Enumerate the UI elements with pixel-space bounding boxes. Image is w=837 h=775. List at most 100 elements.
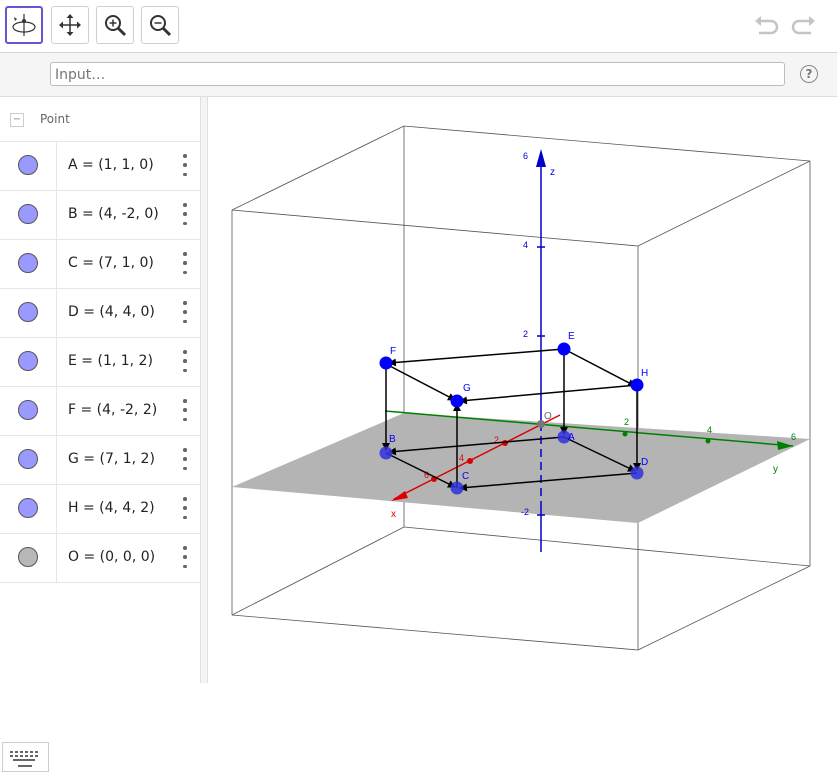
visibility-toggle[interactable] — [18, 351, 38, 371]
algebra-row[interactable]: O = (0, 0, 0) — [0, 534, 200, 583]
graphics-3d-canvas[interactable]: 6 4 2 -2 z 2 4 6 y 2 4 6 x E F H G A B D… — [208, 97, 837, 683]
point-F — [379, 356, 393, 370]
point-label-H: H — [641, 368, 648, 379]
visibility-toggle[interactable] — [18, 155, 38, 175]
algebra-row[interactable]: F = (4, -2, 2) — [0, 387, 200, 436]
help-icon[interactable]: ? — [800, 65, 818, 83]
y-axis-label: y — [773, 464, 778, 475]
input-bar: ? — [0, 53, 837, 97]
algebra-row[interactable]: D = (4, 4, 0) — [0, 289, 200, 338]
zoom-in-button[interactable] — [96, 6, 134, 44]
rotate-3d-icon — [12, 14, 36, 36]
move-arrows-icon — [59, 14, 81, 36]
point-label-A: A — [568, 432, 575, 443]
visibility-toggle[interactable] — [18, 449, 38, 469]
group-header: − Point — [0, 97, 200, 142]
algebra-expression[interactable]: E = (1, 1, 2) — [68, 353, 153, 369]
keyboard-button[interactable] — [2, 742, 49, 772]
algebra-row[interactable]: A = (1, 1, 0) — [0, 142, 200, 191]
zoom-out-icon — [150, 15, 172, 37]
marble-cell — [0, 485, 57, 533]
y-tick-label: 6 — [791, 432, 796, 442]
marble-cell — [0, 338, 57, 386]
marble-cell — [0, 289, 57, 337]
point-H — [630, 378, 644, 392]
input-field[interactable] — [50, 62, 785, 86]
visibility-toggle[interactable] — [18, 498, 38, 518]
z-axis-label: z — [550, 167, 555, 178]
more-options-icon[interactable] — [178, 399, 192, 421]
point-label-D: D — [641, 457, 648, 468]
x-axis-label: x — [391, 509, 396, 520]
z-tick-label: 4 — [523, 240, 528, 250]
algebra-expression[interactable]: B = (4, -2, 0) — [68, 206, 159, 222]
vector-FG — [385, 363, 456, 401]
algebra-expression[interactable]: H = (4, 4, 2) — [68, 500, 155, 516]
point-label-E: E — [568, 331, 575, 342]
move-graphics-view-button[interactable] — [51, 6, 89, 44]
undo-icon — [755, 16, 779, 35]
vector-EF — [388, 348, 565, 367]
point-C — [450, 481, 464, 495]
marble-cell — [0, 240, 57, 288]
point-E — [557, 342, 571, 356]
point-G — [450, 394, 464, 408]
point-label-C: C — [462, 471, 469, 482]
algebra-row[interactable]: E = (1, 1, 2) — [0, 338, 200, 387]
algebra-expression[interactable]: A = (1, 1, 0) — [68, 157, 154, 173]
z-tick-label: 2 — [523, 329, 528, 339]
more-options-icon[interactable] — [178, 497, 192, 519]
algebra-expression[interactable]: C = (7, 1, 0) — [68, 255, 154, 271]
marble-cell — [0, 142, 57, 190]
graphics-3d-view[interactable]: 6 4 2 -2 z 2 4 6 y 2 4 6 x E F H G A B D… — [208, 97, 837, 683]
point-label-O: O — [544, 411, 552, 422]
point-label-B: B — [389, 434, 396, 445]
redo-icon — [791, 16, 815, 35]
algebra-row[interactable]: C = (7, 1, 0) — [0, 240, 200, 289]
more-options-icon[interactable] — [178, 252, 192, 274]
algebra-expression[interactable]: O = (0, 0, 0) — [68, 549, 155, 565]
marble-cell — [0, 191, 57, 239]
algebra-row[interactable]: H = (4, 4, 2) — [0, 485, 200, 534]
algebra-expression[interactable]: G = (7, 1, 2) — [68, 451, 155, 467]
vector-EH — [563, 348, 636, 387]
more-options-icon[interactable] — [178, 546, 192, 568]
z-tick-label: 6 — [523, 151, 528, 161]
rotate-3d-view-button[interactable] — [5, 6, 43, 44]
point-label-F: F — [390, 346, 396, 357]
visibility-toggle[interactable] — [18, 547, 38, 567]
redo-button[interactable] — [788, 10, 818, 40]
visibility-toggle[interactable] — [18, 253, 38, 273]
visibility-toggle[interactable] — [18, 400, 38, 420]
y-tick-label: 4 — [707, 425, 712, 435]
point-B — [379, 446, 393, 460]
more-options-icon[interactable] — [178, 154, 192, 176]
undo-button[interactable] — [752, 10, 782, 40]
group-label: Point — [40, 112, 70, 126]
more-options-icon[interactable] — [178, 448, 192, 470]
marble-cell — [0, 387, 57, 435]
vector-HG — [459, 384, 638, 405]
toolbar — [0, 0, 837, 53]
algebra-view: − Point A = (1, 1, 0) B = (4, -2, 0) C = (… — [0, 97, 200, 772]
more-options-icon[interactable] — [178, 301, 192, 323]
zoom-out-button[interactable] — [141, 6, 179, 44]
z-tick-label: -2 — [521, 507, 529, 517]
collapse-icon[interactable]: − — [10, 113, 24, 127]
algebra-row[interactable]: B = (4, -2, 0) — [0, 191, 200, 240]
algebra-expression[interactable]: D = (4, 4, 0) — [68, 304, 155, 320]
keyboard-icon — [10, 751, 38, 767]
more-options-icon[interactable] — [178, 350, 192, 372]
marble-cell — [0, 534, 57, 582]
y-tick-label: 2 — [624, 417, 629, 427]
point-D — [630, 466, 644, 480]
point-label-G: G — [463, 383, 471, 394]
algebra-expression[interactable]: F = (4, -2, 2) — [68, 402, 157, 418]
view-divider[interactable] — [200, 97, 208, 683]
visibility-toggle[interactable] — [18, 204, 38, 224]
more-options-icon[interactable] — [178, 203, 192, 225]
x-tick-label: 4 — [459, 453, 464, 463]
visibility-toggle[interactable] — [18, 302, 38, 322]
algebra-row[interactable]: G = (7, 1, 2) — [0, 436, 200, 485]
zoom-in-icon — [105, 15, 127, 37]
